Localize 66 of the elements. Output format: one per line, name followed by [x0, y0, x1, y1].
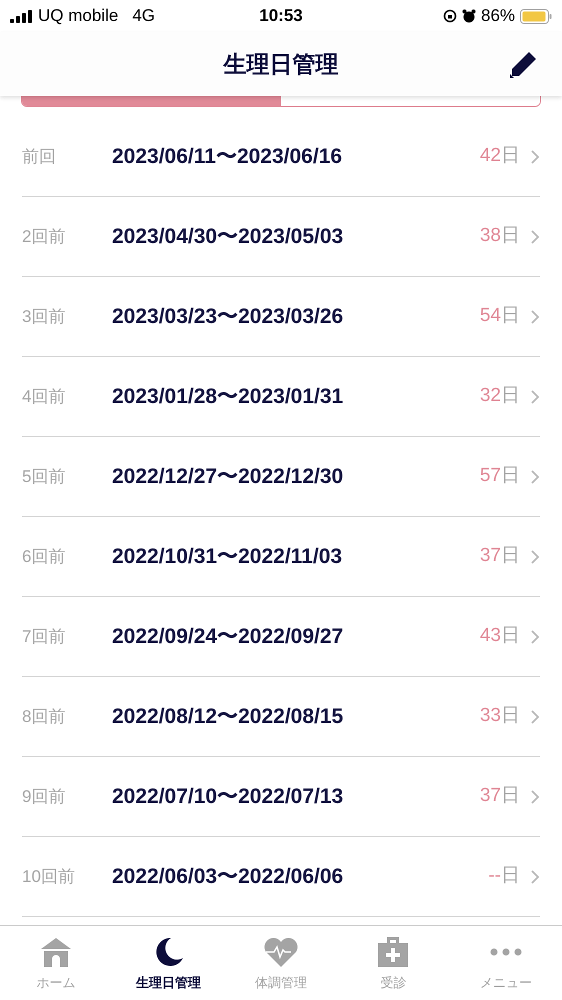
row-label: 前回 — [22, 146, 57, 168]
house-icon — [40, 937, 72, 967]
cycle-days: 43 日 — [480, 622, 520, 651]
page-title: 生理日管理 — [224, 50, 338, 79]
date-range: 2022/09/24〜2022/09/27 — [112, 624, 344, 650]
tab-bar-item[interactable]: 生理日管理 — [112, 926, 225, 1000]
segment-tab[interactable] — [22, 95, 281, 106]
date-range: 2022/10/31〜2022/11/03 — [112, 544, 344, 570]
date-range: 2023/06/11〜2023/06/16 — [112, 144, 344, 170]
cycle-days: 38日 — [480, 222, 520, 251]
row-label: 10回前 — [22, 866, 76, 888]
network-type: 4G — [132, 5, 155, 28]
cycle-days: 32 日 — [480, 382, 520, 411]
period-row[interactable]: 8回前 2022/08/12〜2022/08/15 33 日 — [22, 677, 540, 757]
chevron-right-icon — [530, 788, 540, 804]
date-range: 2022/08/12〜2022/08/15 — [112, 704, 344, 730]
row-label: 4回前 — [22, 386, 66, 408]
row-label: 7回前 — [22, 626, 66, 648]
heart-pulse-icon — [263, 937, 300, 967]
period-row[interactable]: 5回前 2022/12/27〜2022/12/30 57 日 — [22, 437, 540, 517]
cycle-days: 57 日 — [480, 462, 520, 491]
clock-time: 10:53 — [258, 5, 304, 28]
cycle-days: 37 日 — [480, 542, 520, 571]
chevron-right-icon — [530, 148, 540, 164]
row-label: 9回前 — [22, 786, 66, 808]
date-range: 2023/04/30〜2023/05/03 — [112, 224, 344, 250]
edit-pencil-icon[interactable] — [508, 50, 538, 80]
chevron-right-icon — [530, 388, 540, 404]
chevron-right-icon — [530, 628, 540, 644]
cycle-days: --日 — [488, 862, 520, 891]
row-label: 5回前 — [22, 466, 66, 488]
row-label: 3回前 — [22, 306, 66, 328]
row-label: 6回前 — [22, 546, 66, 568]
moon-icon — [154, 937, 184, 967]
chevron-right-icon — [530, 308, 540, 324]
cycle-days: 33 日 — [480, 702, 520, 731]
period-row[interactable]: 10回前 2022/06/03〜2022/06/06 --日 — [22, 837, 540, 917]
period-row[interactable]: 2回前 2023/04/30〜2023/05/03 38日 — [22, 197, 540, 277]
chevron-right-icon — [530, 708, 540, 724]
more-dots-icon — [490, 948, 522, 956]
signal-icon — [10, 10, 32, 22]
period-row[interactable]: 7回前 2022/09/24〜2022/09/27 43 日 — [22, 597, 540, 677]
date-range: 2023/03/23〜2023/03/26 — [112, 304, 344, 330]
date-range: 2023/01/28〜2023/01/31 — [112, 384, 344, 410]
chevron-right-icon — [530, 548, 540, 564]
chevron-right-icon — [530, 468, 540, 484]
date-range: 2022/12/27〜2022/12/30 — [112, 464, 344, 490]
chevron-right-icon — [530, 868, 540, 884]
cycle-days: 54日 — [480, 302, 520, 331]
period-row[interactable]: 前回 2023/06/11〜2023/06/16 42 日 — [22, 117, 540, 197]
date-range: 2022/06/03〜2022/06/06 — [112, 864, 344, 890]
period-row[interactable]: 3回前 2023/03/23〜2023/03/26 54日 — [22, 277, 540, 357]
medical-bag-icon — [377, 937, 410, 967]
period-row[interactable]: 4回前 2023/01/28〜2023/01/31 32 日 — [22, 357, 540, 437]
cycle-days: 42 日 — [480, 142, 520, 171]
carrier-name: UQ mobile — [38, 5, 118, 28]
row-label: 2回前 — [22, 226, 66, 248]
period-row[interactable]: 9回前 2022/07/10〜2022/07/13 37 日 — [22, 757, 540, 837]
date-range: 2022/07/10〜2022/07/13 — [112, 784, 344, 810]
cycle-days: 37 日 — [480, 782, 520, 811]
battery-percent: 86% — [480, 5, 516, 28]
period-row[interactable]: 6回前 2022/10/31〜2022/11/03 37 日 — [22, 517, 540, 597]
rotation-lock-icon — [442, 9, 457, 23]
row-label: 8回前 — [22, 706, 66, 728]
battery-icon — [520, 8, 552, 24]
chevron-right-icon — [530, 228, 540, 244]
